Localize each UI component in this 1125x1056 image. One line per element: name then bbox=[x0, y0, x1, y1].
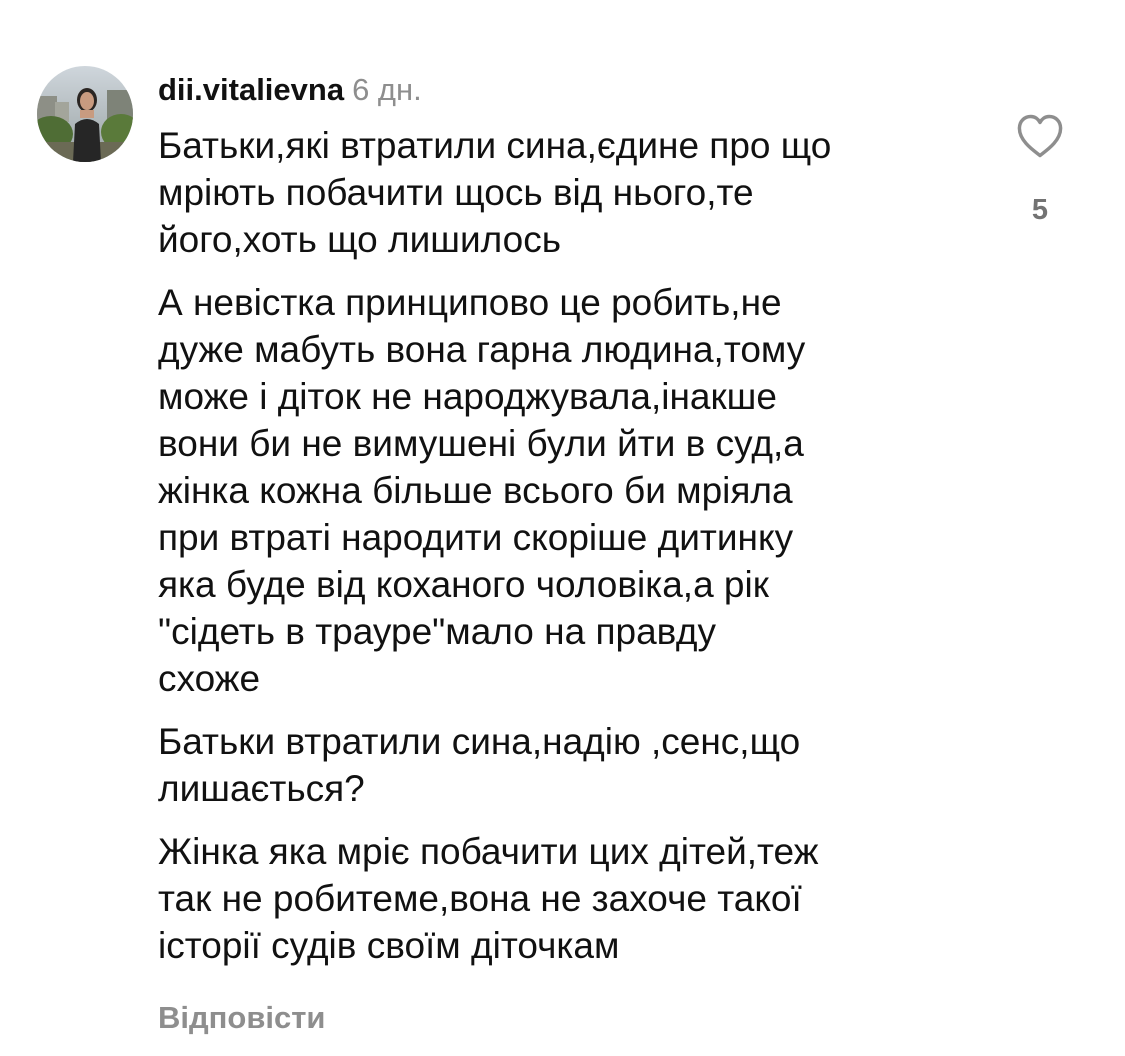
like-count: 5 bbox=[1031, 194, 1049, 226]
comment-paragraph: А невістка принципово це робить,не дуже … bbox=[158, 282, 806, 699]
comment-paragraph: Жінка яка мріє побачити цих дітей,теж та… bbox=[158, 831, 819, 966]
heart-icon bbox=[1017, 114, 1063, 158]
avatar-photo bbox=[37, 66, 133, 162]
comment-body: Батьки,які втратили сина,єдине про що мр… bbox=[158, 122, 968, 985]
comment: dii.vitalievna 6 дн. Батьки,які втратили … bbox=[0, 0, 1125, 1056]
username[interactable]: dii.vitalievna bbox=[158, 72, 344, 107]
reply-button[interactable]: Відповісти bbox=[158, 996, 326, 1040]
comment-paragraph: Батьки втратили сина,надію ,сенс,що лиша… bbox=[158, 721, 801, 809]
comment-header: dii.vitalievna 6 дн. bbox=[158, 68, 422, 112]
timestamp: 6 дн. bbox=[352, 72, 422, 107]
avatar[interactable] bbox=[37, 66, 133, 162]
like-button[interactable] bbox=[1014, 110, 1066, 162]
comment-paragraph: Батьки,які втратили сина,єдине про що мр… bbox=[158, 125, 832, 260]
